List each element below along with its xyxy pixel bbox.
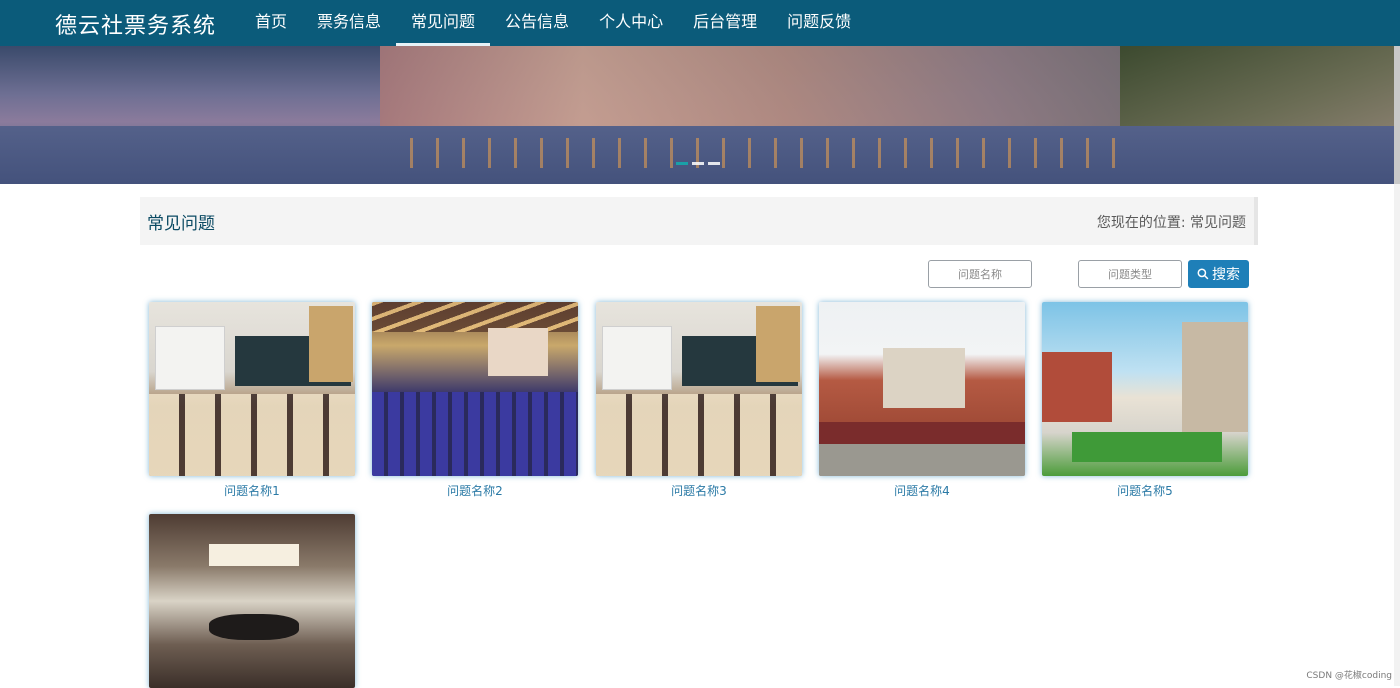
desks: [149, 394, 355, 476]
breadcrumb-current[interactable]: 常见问题: [1190, 215, 1246, 231]
main-nav: 首页 票务信息 常见问题 公告信息 个人中心 后台管理 问题反馈: [240, 0, 866, 46]
section-header: 常见问题 您现在的位置: 常见问题: [140, 197, 1258, 245]
card-image-classroom[interactable]: [149, 302, 355, 476]
flower-bed: [819, 422, 1025, 444]
banner-lights-image: [410, 138, 1130, 168]
page-title: 常见问题: [147, 209, 215, 234]
lawn: [1072, 432, 1222, 462]
nav-item-home[interactable]: 首页: [240, 0, 302, 46]
banner-dot-1[interactable]: [676, 162, 688, 165]
nav-item-announcements[interactable]: 公告信息: [490, 0, 584, 46]
breadcrumb-prefix: 您现在的位置:: [1097, 215, 1186, 231]
faq-card-4[interactable]: 问题名称4: [819, 302, 1025, 499]
breadcrumb: 您现在的位置: 常见问题: [1097, 212, 1246, 232]
card-caption[interactable]: 问题名称4: [819, 482, 1025, 499]
ceiling-light: [209, 544, 299, 566]
card-image-auditorium[interactable]: [372, 302, 578, 476]
nav-item-admin[interactable]: 后台管理: [678, 0, 772, 46]
banner-dot-3[interactable]: [708, 162, 720, 165]
faq-card-5[interactable]: 问题名称5: [1042, 302, 1248, 499]
search-button-label: 搜索: [1212, 264, 1240, 284]
conference-table: [209, 614, 299, 640]
left-building: [1042, 352, 1112, 422]
nav-item-tickets[interactable]: 票务信息: [302, 0, 396, 46]
question-type-input[interactable]: [1078, 260, 1182, 288]
question-name-input[interactable]: [928, 260, 1032, 288]
audience-seats: [372, 392, 578, 476]
projector-screen: [602, 326, 672, 390]
page-scrollbar-thumb[interactable]: [1394, 46, 1400, 184]
faq-card-2[interactable]: 问题名称2: [372, 302, 578, 499]
banner-slide-indicators: [676, 162, 720, 165]
site-brand[interactable]: 德云社票务系统: [55, 8, 216, 40]
projector-screen: [155, 326, 225, 390]
curved-building: [1182, 322, 1248, 432]
banner-dot-2[interactable]: [692, 162, 704, 165]
nav-item-faq[interactable]: 常见问题: [396, 0, 490, 46]
stone-wall: [819, 444, 1025, 476]
wall-map: [309, 306, 353, 382]
wall-map: [756, 306, 800, 382]
desks: [596, 394, 802, 476]
stage: [488, 328, 548, 376]
search-icon: [1197, 268, 1209, 280]
faq-card-1[interactable]: 问题名称1: [149, 302, 355, 499]
watermark: CSDN @花椒coding: [1306, 668, 1392, 681]
nav-item-feedback[interactable]: 问题反馈: [772, 0, 866, 46]
card-caption[interactable]: 问题名称1: [149, 482, 355, 499]
card-image-classroom[interactable]: [596, 302, 802, 476]
top-nav-bar: 德云社票务系统 首页 票务信息 常见问题 公告信息 个人中心 后台管理 问题反馈: [0, 0, 1400, 46]
card-caption[interactable]: 问题名称3: [596, 482, 802, 499]
card-caption[interactable]: 问题名称5: [1042, 482, 1248, 499]
card-caption[interactable]: 问题名称2: [372, 482, 578, 499]
nav-item-profile[interactable]: 个人中心: [584, 0, 678, 46]
hero-banner[interactable]: [0, 46, 1394, 184]
card-image-meeting-room[interactable]: [149, 514, 355, 688]
faq-card-3[interactable]: 问题名称3: [596, 302, 802, 499]
card-image-campus-courtyard[interactable]: [1042, 302, 1248, 476]
search-button[interactable]: 搜索: [1188, 260, 1249, 288]
main-building: [883, 348, 965, 408]
card-image-campus-building[interactable]: [819, 302, 1025, 476]
faq-card-6[interactable]: [149, 514, 355, 688]
